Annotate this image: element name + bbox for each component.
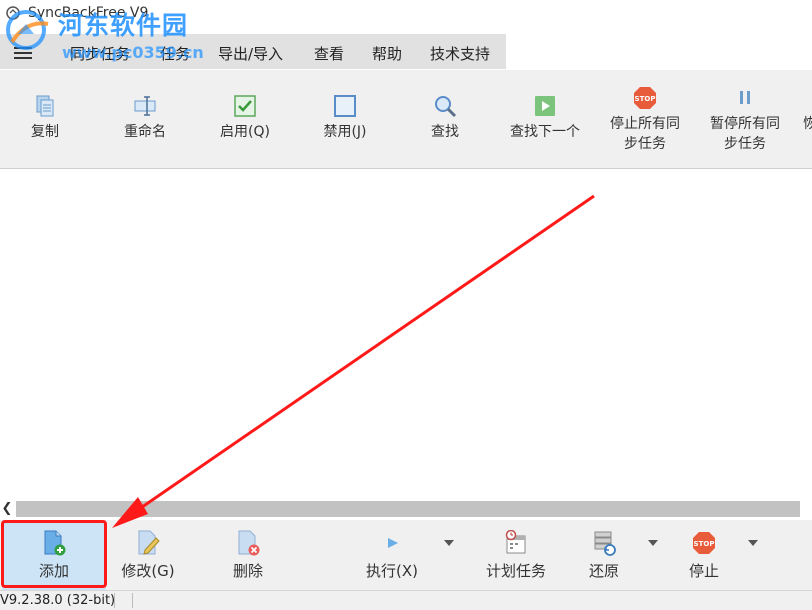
menu-view[interactable]: 查看 bbox=[314, 43, 344, 64]
toolbar: 复制 重命名 启用(Q) 禁用(J) 查找 查找下一个 STOP 停止所有同 步… bbox=[0, 70, 812, 169]
restore-label: 还原 bbox=[588, 562, 619, 580]
svg-text:STOP: STOP bbox=[635, 95, 656, 103]
stop-all-icon: STOP bbox=[634, 87, 656, 109]
scrollbar-thumb[interactable] bbox=[16, 501, 800, 517]
task-list-area[interactable] bbox=[0, 169, 812, 499]
run-dropdown-icon[interactable] bbox=[444, 540, 454, 546]
schedule-label: 计划任务 bbox=[485, 562, 546, 580]
copy-icon bbox=[36, 95, 54, 117]
find-next-label: 查找下一个 bbox=[510, 124, 580, 140]
annotation-highlight-box bbox=[1, 520, 107, 588]
pause-all-label-line1: 暂停所有同 bbox=[710, 116, 780, 132]
horizontal-scrollbar[interactable]: ❮ bbox=[0, 499, 812, 519]
status-bar: V9.2.38.0 (32-bit) bbox=[0, 590, 812, 610]
stop-all-label: 停止所有同 步任务 bbox=[595, 114, 695, 154]
find-button[interactable]: 查找 bbox=[395, 70, 495, 168]
pause-all-label: 暂停所有同 步任务 bbox=[695, 114, 795, 154]
enable-icon bbox=[234, 95, 256, 117]
run-button[interactable]: 执行(X) bbox=[352, 520, 432, 590]
pause-all-icon bbox=[740, 91, 750, 104]
disable-button[interactable]: 禁用(J) bbox=[295, 70, 395, 168]
svg-text:STOP: STOP bbox=[694, 540, 715, 548]
scroll-left-arrow-icon[interactable]: ❮ bbox=[0, 499, 14, 519]
pause-all-label-line2: 步任务 bbox=[724, 136, 766, 152]
stop-label: 停止 bbox=[688, 562, 719, 580]
delete-icon bbox=[238, 530, 260, 556]
find-next-icon bbox=[535, 96, 555, 116]
stop-button[interactable]: STOP 停止 bbox=[666, 520, 742, 590]
status-separator-2 bbox=[132, 593, 133, 608]
watermark-text: 河东软件园 bbox=[58, 11, 189, 40]
version-text: V9.2.38.0 (32-bit) bbox=[0, 593, 116, 608]
copy-label: 复制 bbox=[31, 124, 59, 140]
restore-dropdown-icon[interactable] bbox=[648, 540, 658, 546]
run-icon bbox=[388, 538, 398, 548]
schedule-button[interactable]: 计划任务 bbox=[476, 520, 556, 590]
rename-label: 重命名 bbox=[124, 124, 166, 140]
restore-icon bbox=[594, 531, 616, 556]
delete-label: 删除 bbox=[232, 562, 263, 580]
copy-button[interactable]: 复制 bbox=[0, 70, 95, 168]
stop-all-label-line2: 步任务 bbox=[624, 136, 666, 152]
enable-button[interactable]: 启用(Q) bbox=[195, 70, 295, 168]
rename-button[interactable]: 重命名 bbox=[95, 70, 195, 168]
stop-dropdown-icon[interactable] bbox=[748, 540, 758, 546]
enable-label: 启用(Q) bbox=[220, 124, 270, 140]
menu-help[interactable]: 帮助 bbox=[372, 43, 402, 64]
pause-all-button[interactable]: 暂停所有同 步任务 bbox=[695, 70, 795, 168]
watermark-url: www.pc0359.cn bbox=[62, 43, 204, 62]
find-next-button[interactable]: 查找下一个 bbox=[495, 70, 595, 168]
stop-all-button[interactable]: STOP 停止所有同 步任务 bbox=[595, 70, 695, 168]
disable-label: 禁用(J) bbox=[323, 124, 367, 140]
bottom-toolbar: 添加 修改(G) 删除 执行(X) 计划任务 还原 STOP 停止 bbox=[0, 520, 812, 590]
resume-all-label: 恢 bbox=[803, 116, 812, 132]
stop-all-label-line1: 停止所有同 bbox=[610, 116, 680, 132]
modify-icon bbox=[138, 530, 160, 555]
menu-export-import[interactable]: 导出/导入 bbox=[218, 43, 283, 64]
stop-icon: STOP bbox=[693, 532, 715, 554]
find-label: 查找 bbox=[431, 124, 459, 140]
rename-icon bbox=[134, 96, 156, 116]
menu-tech-support[interactable]: 技术支持 bbox=[430, 43, 490, 64]
modify-button[interactable]: 修改(G) bbox=[106, 520, 190, 590]
watermark-logo-icon bbox=[6, 10, 49, 50]
resume-all-button[interactable]: 恢 bbox=[795, 70, 812, 168]
search-icon bbox=[435, 96, 457, 118]
restore-button[interactable]: 还原 bbox=[566, 520, 642, 590]
run-label: 执行(X) bbox=[366, 562, 418, 580]
schedule-icon bbox=[505, 530, 526, 554]
modify-label: 修改(G) bbox=[121, 562, 175, 580]
disable-icon bbox=[334, 95, 356, 117]
delete-button[interactable]: 删除 bbox=[208, 520, 288, 590]
status-separator bbox=[114, 593, 115, 608]
